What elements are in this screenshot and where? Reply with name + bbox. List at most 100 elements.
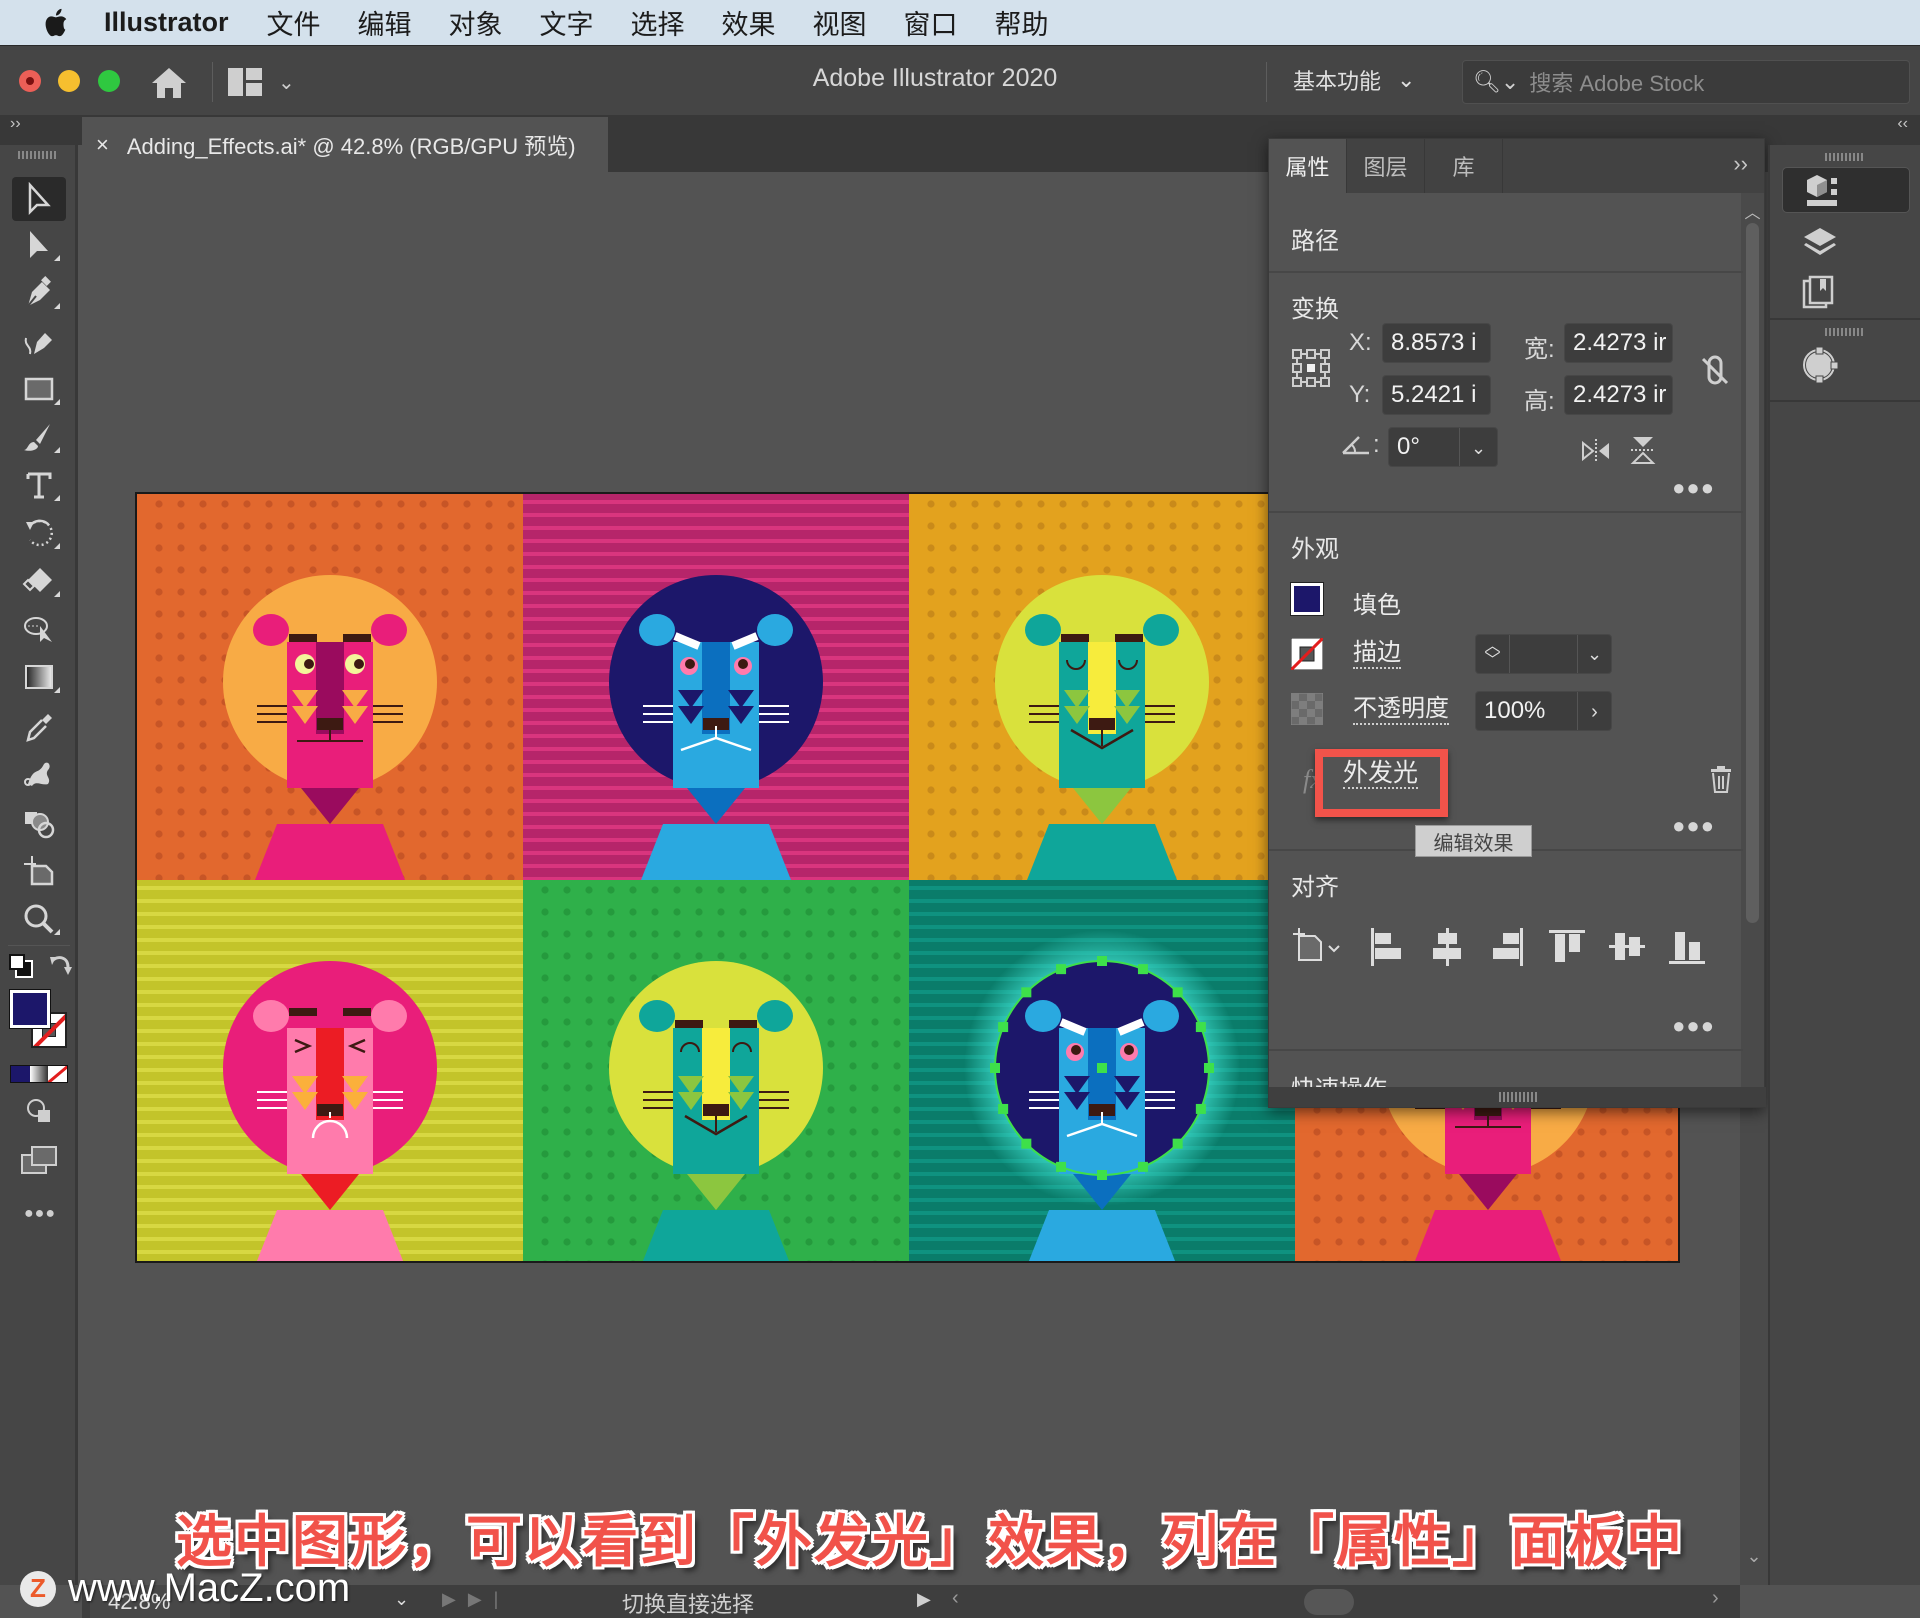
- puppet-warp-tool[interactable]: [12, 607, 66, 651]
- panel-grip[interactable]: [1825, 328, 1865, 336]
- align-right-icon[interactable]: [1489, 928, 1525, 966]
- scroll-up-icon[interactable]: ︿: [1741, 199, 1764, 223]
- menu-file[interactable]: 文件: [267, 3, 321, 42]
- scroll-right-icon[interactable]: ›: [1712, 1587, 1719, 1610]
- stock-search-input[interactable]: 🔍︎⌄ 搜索 Adobe Stock: [1462, 60, 1910, 104]
- menu-edit[interactable]: 编辑: [358, 3, 412, 42]
- menu-view[interactable]: 视图: [813, 3, 867, 42]
- opacity-label[interactable]: 不透明度: [1353, 695, 1449, 725]
- artboard-navigation[interactable]: ▶▶|: [442, 1589, 510, 1610]
- color-mode-button[interactable]: [11, 1066, 30, 1082]
- close-tab-icon[interactable]: ×: [96, 132, 109, 158]
- curvature-tool[interactable]: [12, 319, 66, 363]
- screen-mode-icon[interactable]: [20, 1145, 58, 1177]
- scroll-left-icon[interactable]: ‹: [952, 1587, 959, 1610]
- pen-tool[interactable]: [12, 271, 66, 315]
- selection-tool[interactable]: [12, 177, 66, 221]
- menu-type[interactable]: 文字: [540, 3, 594, 42]
- draw-mode-icon[interactable]: [26, 1098, 52, 1124]
- stroke-label[interactable]: 描边: [1353, 639, 1401, 669]
- align-vertical-center-icon[interactable]: [1609, 928, 1647, 966]
- lion-illustration[interactable]: [909, 494, 1295, 880]
- menu-app-name[interactable]: Illustrator: [104, 7, 229, 38]
- zoom-tool[interactable]: [12, 897, 66, 941]
- transform-more-options-button[interactable]: ●●●: [1672, 475, 1715, 501]
- panel-grip[interactable]: [17, 151, 58, 159]
- default-fill-stroke-icon[interactable]: [8, 953, 36, 979]
- eyedropper-tool[interactable]: [12, 705, 66, 749]
- dock-libraries-button[interactable]: [1782, 269, 1910, 315]
- align-left-icon[interactable]: [1369, 928, 1405, 966]
- document-tab[interactable]: × Adding_Effects.ai* @ 42.8% (RGB/GPU 预览…: [82, 117, 608, 172]
- gradient-tool[interactable]: [12, 655, 66, 699]
- menu-effect[interactable]: 效果: [722, 3, 776, 42]
- width-field[interactable]: 2.4273 ir: [1564, 323, 1673, 363]
- eraser-tool[interactable]: [12, 559, 66, 603]
- tab-libraries[interactable]: 库: [1425, 139, 1503, 193]
- rotate-tool[interactable]: [12, 511, 66, 555]
- x-position-field[interactable]: 8.8573 i: [1382, 323, 1491, 363]
- y-position-field[interactable]: 5.2421 i: [1382, 375, 1491, 415]
- lion-artwork-cell[interactable]: [909, 494, 1295, 880]
- rotate-angle-field[interactable]: 0° ⌄: [1388, 427, 1498, 467]
- paintbrush-tool[interactable]: [12, 415, 66, 459]
- panel-resize-grip[interactable]: [1269, 1087, 1766, 1107]
- horizontal-scroll-thumb[interactable]: [1304, 1589, 1354, 1615]
- chevron-down-icon[interactable]: ⌄: [394, 1589, 409, 1610]
- shape-builder-tool[interactable]: [12, 801, 66, 845]
- expand-toolbar-button[interactable]: ››: [0, 115, 82, 145]
- dock-properties-button[interactable]: [1782, 167, 1910, 213]
- tab-properties[interactable]: 属性: [1269, 139, 1347, 193]
- scroll-thumb[interactable]: [1746, 223, 1759, 923]
- align-bottom-icon[interactable]: [1669, 928, 1707, 966]
- lion-illustration[interactable]: [137, 880, 523, 1263]
- menu-select[interactable]: 选择: [631, 3, 685, 42]
- lion-illustration[interactable]: [137, 494, 523, 880]
- artboard-tool[interactable]: [12, 849, 66, 893]
- blend-tool[interactable]: [12, 751, 66, 795]
- panel-grip[interactable]: [1825, 153, 1865, 161]
- rectangle-tool[interactable]: [12, 367, 66, 411]
- stroke-color-swatch[interactable]: [1291, 638, 1323, 670]
- align-more-options-button[interactable]: ●●●: [1672, 1013, 1715, 1039]
- menu-help[interactable]: 帮助: [995, 3, 1049, 42]
- none-mode-button[interactable]: [48, 1066, 68, 1082]
- stroke-weight-stepper[interactable]: ︿ ﹀: [1476, 635, 1510, 673]
- panel-collapse-icon[interactable]: ››: [1733, 151, 1748, 177]
- appearance-more-options-button[interactable]: ●●●: [1672, 813, 1715, 839]
- collapse-dock-button[interactable]: ‹‹: [1768, 115, 1920, 145]
- reference-point-icon[interactable]: [1291, 348, 1331, 388]
- apple-logo-icon[interactable]: [40, 7, 70, 39]
- lion-illustration[interactable]: [523, 880, 909, 1263]
- flip-horizontal-icon[interactable]: [1581, 437, 1611, 465]
- workspace-switcher[interactable]: 基本功能 ⌄: [1293, 64, 1415, 96]
- lion-artwork-cell[interactable]: [137, 880, 523, 1263]
- status-menu-arrow-icon[interactable]: ▶: [917, 1589, 931, 1610]
- tab-layers[interactable]: 图层: [1347, 139, 1425, 193]
- dock-layers-button[interactable]: [1782, 219, 1910, 265]
- chevron-down-icon[interactable]: ⌄: [1577, 635, 1611, 673]
- fill-color-swatch[interactable]: [1290, 582, 1324, 616]
- trash-icon[interactable]: [1709, 765, 1733, 793]
- edit-toolbar-button[interactable]: ●●●: [24, 1205, 56, 1223]
- lion-artwork-cell[interactable]: [909, 880, 1295, 1263]
- direct-selection-tool[interactable]: [12, 223, 66, 267]
- align-top-icon[interactable]: [1549, 928, 1587, 966]
- opacity-field[interactable]: 100% ›: [1475, 691, 1612, 731]
- height-field[interactable]: 2.4273 ir: [1564, 375, 1673, 415]
- menu-object[interactable]: 对象: [449, 3, 503, 42]
- constrain-proportions-icon[interactable]: [1699, 353, 1733, 387]
- align-to-selection-icon[interactable]: [1293, 928, 1345, 966]
- menu-window[interactable]: 窗口: [904, 3, 958, 42]
- chevron-right-icon[interactable]: ›: [1577, 692, 1611, 730]
- lion-artwork-cell[interactable]: [137, 494, 523, 880]
- flip-vertical-icon[interactable]: [1629, 435, 1657, 465]
- lion-artwork-cell[interactable]: [523, 880, 909, 1263]
- dock-transform-button[interactable]: [1782, 342, 1910, 388]
- type-tool[interactable]: [12, 463, 66, 507]
- chevron-down-icon[interactable]: ⌄: [1459, 428, 1497, 466]
- lion-artwork-cell[interactable]: [523, 494, 909, 880]
- swap-fill-stroke-icon[interactable]: [48, 953, 74, 979]
- selected-lion-with-outer-glow[interactable]: [909, 880, 1295, 1263]
- fill-swatch[interactable]: [9, 989, 51, 1029]
